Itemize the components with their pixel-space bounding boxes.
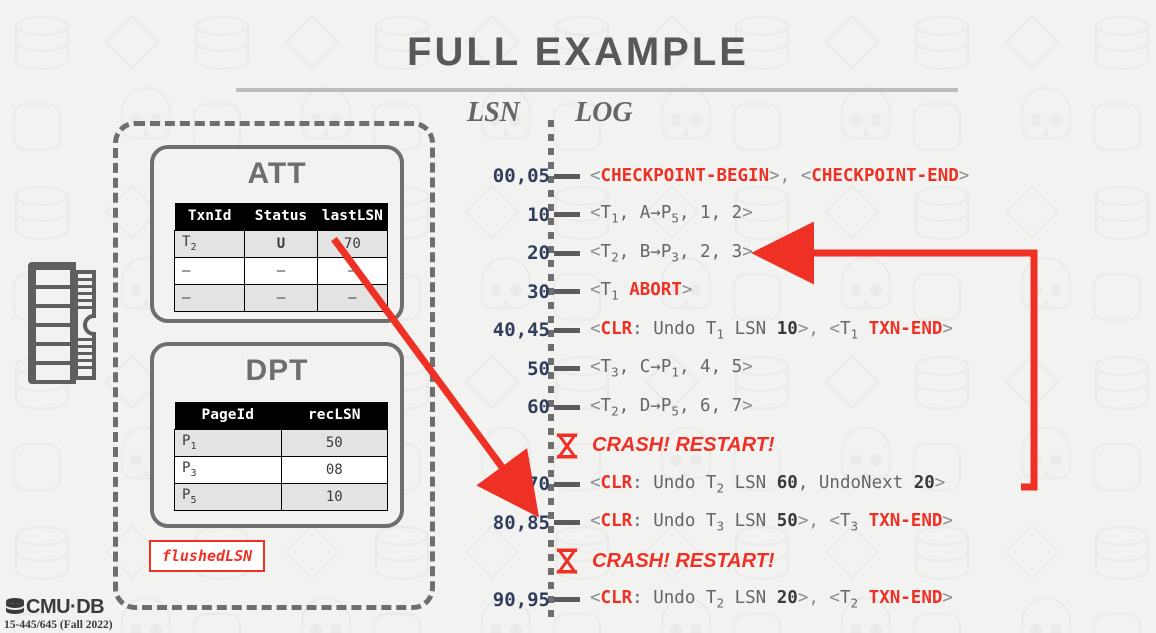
log-entry-text: <CLR: Undo T1 LSN 10>, <T1 TXN-END> xyxy=(590,318,953,342)
table-row: – – – xyxy=(173,284,389,312)
timeline-tick xyxy=(550,327,584,333)
cmu-db-logo-text: CMU·DB xyxy=(26,596,105,618)
table-row: – – – xyxy=(173,257,389,285)
log-entry-row: 60 <T2, D→P5, 6, 7> xyxy=(440,389,1156,425)
log-entry-row: 40,45 <CLR: Undo T1 LSN 10>, <T1 TXN-END> xyxy=(440,312,1156,348)
log-entry-text: <CLR: Undo T3 LSN 50>, <T3 TXN-END> xyxy=(590,511,953,534)
dpt-title: DPT xyxy=(245,354,309,387)
att-col-status: Status xyxy=(244,203,318,231)
lsn-label: 10 xyxy=(527,203,550,226)
crash-text: CRASH! RESTART! xyxy=(592,549,775,572)
log-entry-row: 90,95 <CLR: Undo T2 LSN 20>, <T2 TXN-END> xyxy=(440,582,1156,618)
att-cell-txn-1: – xyxy=(173,257,246,285)
timeline-tick xyxy=(550,520,584,525)
dpt-header-row: PageId recLSN xyxy=(174,402,388,430)
att-table: TxnId Status lastLSN T2 U 70 – – – – – – xyxy=(173,203,389,312)
att-cell-lastlsn-2: – xyxy=(316,284,389,312)
att-cell-lastlsn-1: – xyxy=(316,257,389,285)
timeline-tick xyxy=(550,404,584,410)
log-entry-text: <CHECKPOINT-BEGIN>, <CHECKPOINT-END> xyxy=(590,166,970,186)
att-col-lastlsn: lastLSN xyxy=(317,203,388,231)
log-entry-text: <T2, B→P3, 2, 3> xyxy=(590,241,753,265)
att-cell-status-1: – xyxy=(244,257,318,285)
cmu-db-logo: CMU·DB xyxy=(4,597,113,617)
timeline-tick xyxy=(550,289,584,294)
dpt-panel: DPT PageId recLSN P1 50 P3 08 P5 10 xyxy=(150,342,404,528)
att-panel: ATT TxnId Status lastLSN T2 U 70 – – – –… xyxy=(150,145,404,323)
table-row: P1 50 xyxy=(174,429,388,457)
att-cell-status-2: – xyxy=(244,284,318,312)
att-title: ATT xyxy=(247,157,307,190)
log-entry-row: 30 <T1 ABORT> xyxy=(440,274,1156,310)
att-cell-txn-2: – xyxy=(173,284,246,312)
lsn-label: 00,05 xyxy=(492,165,550,187)
log-entry-row: 20 <T2, B→P3, 2, 3> xyxy=(440,235,1156,271)
crash-marker-icon xyxy=(550,548,584,574)
att-cell-status-0: U xyxy=(244,230,318,258)
log-entry-row: 00,05 <CHECKPOINT-BEGIN>, <CHECKPOINT-END… xyxy=(440,158,1156,194)
lsn-label: 20 xyxy=(527,242,550,264)
log-entry-text: <T3, C→P1, 4, 5> xyxy=(590,357,753,380)
flushed-lsn-badge: flushedLSN xyxy=(149,540,265,572)
table-row: T2 U 70 xyxy=(173,230,389,258)
log-entry-row: 10 <T1, A→P5, 1, 2> xyxy=(440,197,1156,233)
lsn-label: 50 xyxy=(527,357,550,380)
dpt-col-reclsn: recLSN xyxy=(281,402,388,430)
timeline-tick xyxy=(550,250,584,256)
lsn-label: 40,45 xyxy=(492,319,550,341)
log-entry-text: <T1, A→P5, 1, 2> xyxy=(590,203,753,226)
dpt-cell-page-1: P3 xyxy=(174,456,282,484)
dpt-col-pageid: PageId xyxy=(174,402,281,430)
lsn-label: 90,95 xyxy=(492,588,550,611)
course-label: 15-445/645 (Fall 2022) xyxy=(4,619,113,631)
page-title: FULL EXAMPLE xyxy=(407,30,749,74)
timeline-tick xyxy=(550,366,584,371)
timeline-tick xyxy=(550,481,584,487)
lsn-label: 60 xyxy=(527,396,550,418)
timeline-tick xyxy=(550,173,584,179)
lsn-column-header: LSN xyxy=(467,97,520,128)
log-column-header: LOG xyxy=(575,97,633,128)
lsn-label: 70 xyxy=(527,473,550,495)
att-header-row: TxnId Status lastLSN xyxy=(174,203,388,231)
crash-text: CRASH! RESTART! xyxy=(592,434,775,456)
table-row: P5 10 xyxy=(174,483,388,511)
timeline-tick xyxy=(550,597,584,602)
title-divider xyxy=(236,88,958,92)
footer: CMU·DB 15-445/645 (Fall 2022) xyxy=(4,597,113,631)
memory-module-icon xyxy=(28,262,96,384)
log-entry-text: <T1 ABORT> xyxy=(590,280,693,303)
dpt-cell-reclsn-1: 08 xyxy=(280,456,388,484)
log-entry-row: 80,85 <CLR: Undo T3 LSN 50>, <T3 TXN-END> xyxy=(440,505,1156,541)
lsn-label: 80,85 xyxy=(492,511,550,534)
crash-row: CRASH! RESTART! xyxy=(440,543,1156,579)
log-entry-text: <T2, D→P5, 6, 7> xyxy=(590,395,753,419)
att-cell-txn-0: T2 xyxy=(173,230,246,258)
dpt-cell-page-0: P1 xyxy=(174,429,282,457)
log-entry-row: 50 <T3, C→P1, 4, 5> xyxy=(440,351,1156,387)
log-entry-text: <CLR: Undo T2 LSN 20>, <T2 TXN-END> xyxy=(590,588,953,611)
crash-marker-icon xyxy=(550,433,584,459)
dpt-cell-reclsn-0: 50 xyxy=(280,429,388,457)
table-row: P3 08 xyxy=(174,456,388,484)
crash-row: CRASH! RESTART! xyxy=(440,428,1156,464)
database-logo-icon xyxy=(6,598,24,614)
dpt-table: PageId recLSN P1 50 P3 08 P5 10 xyxy=(174,402,388,511)
timeline-tick xyxy=(550,212,584,217)
lsn-label: 30 xyxy=(527,280,550,303)
log-entry-row: 70 <CLR: Undo T2 LSN 60, UndoNext 20> xyxy=(440,466,1156,502)
log-entry-text: <CLR: Undo T2 LSN 60, UndoNext 20> xyxy=(590,472,946,496)
att-cell-lastlsn-0: 70 xyxy=(316,230,389,258)
att-col-txnid: TxnId xyxy=(174,203,245,231)
dpt-cell-reclsn-2: 10 xyxy=(280,483,388,511)
dpt-cell-page-2: P5 xyxy=(174,483,282,511)
